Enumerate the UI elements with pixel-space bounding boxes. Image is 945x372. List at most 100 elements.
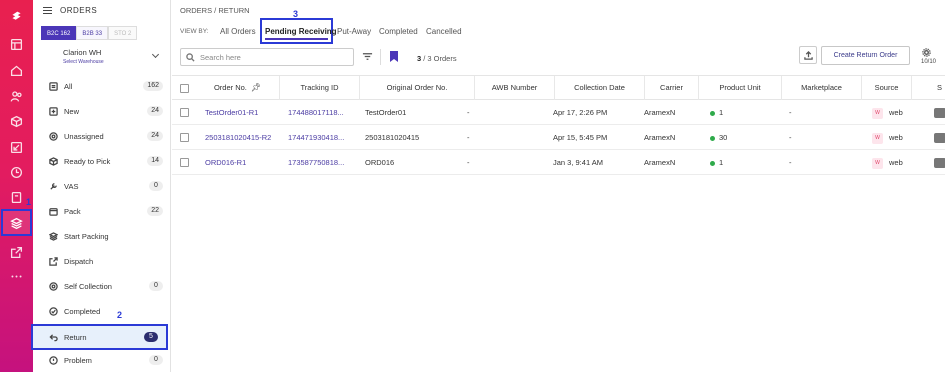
status-badge	[934, 125, 945, 150]
sidebar-item-ready-to-pick[interactable]: Ready to Pick 14	[33, 151, 171, 171]
column-order-no[interactable]: Order No. 📌︎	[196, 76, 280, 100]
row-checkbox[interactable]	[180, 133, 189, 142]
tab-completed[interactable]: Completed	[379, 27, 418, 36]
tab-put-away[interactable]: Put-Away	[337, 27, 371, 36]
select-all-checkbox[interactable]	[180, 84, 189, 93]
tracking-id-link[interactable]: 174488017118...	[288, 100, 358, 125]
column-product-unit[interactable]: Product Unit	[699, 76, 782, 100]
sidebar-item-label: Problem	[64, 355, 92, 365]
sidebar-title: ORDERS	[60, 6, 98, 15]
logo-icon[interactable]	[8, 8, 24, 24]
sidebar-item-vas[interactable]: VAS 0	[33, 176, 171, 196]
warehouse-name[interactable]: Clarion WH	[63, 48, 101, 57]
order-number-link[interactable]: 2503181020415-R2	[205, 125, 271, 150]
sidebar-item-label: Completed	[64, 306, 101, 316]
row-checkbox[interactable]	[180, 108, 189, 117]
tracking-id-link[interactable]: 174471930418...	[288, 125, 358, 150]
segment-sto[interactable]: STO 2	[108, 26, 138, 40]
marketplace: -	[789, 158, 792, 167]
carrier: AramexN	[644, 158, 676, 167]
sidebar-item-completed[interactable]: Completed	[33, 301, 171, 321]
status-dot	[710, 110, 715, 116]
sidebar-item-new[interactable]: New 24	[33, 101, 171, 121]
awb-number: -	[467, 158, 470, 167]
carrier: AramexN	[644, 133, 676, 142]
layers-icon[interactable]	[8, 215, 24, 231]
bookmark-icon[interactable]	[390, 51, 398, 62]
original-order-no: ORD016	[365, 158, 395, 167]
count-badge: 0	[149, 355, 163, 365]
product-unit: 30	[710, 125, 727, 150]
package-icon	[48, 206, 58, 216]
table-row[interactable]: 2503181020415-R2 174471930418... 2503181…	[172, 125, 945, 150]
create-return-order-button[interactable]: Create Return Order	[821, 46, 910, 65]
sidebar-item-label: Unassigned	[64, 131, 104, 141]
status-badge	[934, 158, 945, 169]
home-icon[interactable]	[8, 62, 24, 78]
tab-cancelled[interactable]: Cancelled	[426, 27, 462, 36]
count-badge: 0	[149, 181, 163, 191]
column-tracking-id[interactable]: Tracking ID	[280, 76, 360, 100]
sidebar-item-unassigned[interactable]: Unassigned 24	[33, 126, 171, 146]
export-button[interactable]	[799, 46, 817, 64]
column-awb-number[interactable]: AWB Number	[475, 76, 555, 100]
hamburger-menu-icon[interactable]	[43, 7, 52, 14]
external-link-icon[interactable]	[8, 244, 24, 260]
sidebar-item-pack[interactable]: Pack 22	[33, 201, 171, 221]
document-icon[interactable]	[8, 189, 24, 205]
awb-number: -	[467, 108, 470, 117]
column-count: 10/10	[921, 59, 937, 65]
count-badge: 24	[147, 131, 163, 141]
column-status[interactable]: S	[912, 76, 945, 100]
tab-underline	[265, 38, 328, 40]
sidebar-item-label: New	[64, 106, 80, 116]
tracking-id-link[interactable]: 173587750818...	[288, 150, 358, 175]
search-input[interactable]	[200, 51, 350, 63]
clock-icon[interactable]	[8, 164, 24, 180]
tab-all-orders[interactable]: All Orders	[220, 27, 256, 36]
order-number-link[interactable]: ORD016-R1	[205, 150, 246, 175]
breadcrumb: ORDERS / RETURN	[180, 6, 250, 15]
table-row[interactable]: ORD016-R1 173587750818... ORD016 - Jan 3…	[172, 150, 945, 175]
segment-b2c[interactable]: B2C 162	[41, 26, 77, 40]
awb-number: -	[467, 133, 470, 142]
table-row[interactable]: TestOrder01-R1 174488017118... TestOrder…	[172, 100, 945, 125]
list-icon	[48, 81, 58, 91]
sidebar-item-all[interactable]: All 162	[33, 76, 171, 96]
sidebar-item-dispatch[interactable]: Dispatch	[33, 251, 171, 271]
column-original-order-no[interactable]: Original Order No.	[360, 76, 475, 100]
layout-icon[interactable]	[8, 36, 24, 52]
sidebar-item-return[interactable]: Return 5	[31, 324, 168, 350]
sidebar-item-self-collection[interactable]: Self Collection 0	[33, 276, 171, 296]
return-arrow-icon[interactable]	[8, 139, 24, 155]
marketplace: -	[789, 133, 792, 142]
count-badge: 0	[149, 281, 163, 291]
status-dot	[710, 160, 715, 166]
segment-b2b[interactable]: B2B 33	[76, 26, 109, 40]
marketplace: -	[789, 108, 792, 117]
web-source-icon: W	[872, 157, 883, 169]
pin-icon[interactable]: 📌︎	[251, 76, 261, 100]
plus-icon	[48, 106, 58, 116]
column-marketplace[interactable]: Marketplace	[782, 76, 862, 100]
column-collection-date[interactable]: Collection Date	[555, 76, 645, 100]
web-source-icon: W	[872, 107, 883, 119]
sidebar-item-label: Return	[64, 332, 87, 342]
box-icon[interactable]	[8, 113, 24, 129]
chevron-down-icon[interactable]	[151, 50, 160, 59]
filter-icon[interactable]	[362, 51, 374, 63]
sidebar-item-problem[interactable]: Problem 0	[33, 350, 171, 370]
column-source[interactable]: Source	[862, 76, 912, 100]
users-icon[interactable]	[8, 88, 24, 104]
column-carrier[interactable]: Carrier	[645, 76, 699, 100]
status-badge	[934, 150, 945, 175]
more-icon[interactable]	[8, 268, 24, 284]
count-badge: 5	[144, 332, 158, 342]
order-number-link[interactable]: TestOrder01-R1	[205, 100, 258, 125]
tab-pending-receiving[interactable]: Pending Receiving	[265, 27, 337, 36]
gear-icon[interactable]	[922, 48, 931, 57]
collection-date: Apr 15, 5:45 PM	[553, 133, 608, 142]
status-dot	[710, 135, 715, 141]
row-checkbox[interactable]	[180, 158, 189, 167]
sidebar-item-start-packing[interactable]: Start Packing	[33, 226, 171, 246]
